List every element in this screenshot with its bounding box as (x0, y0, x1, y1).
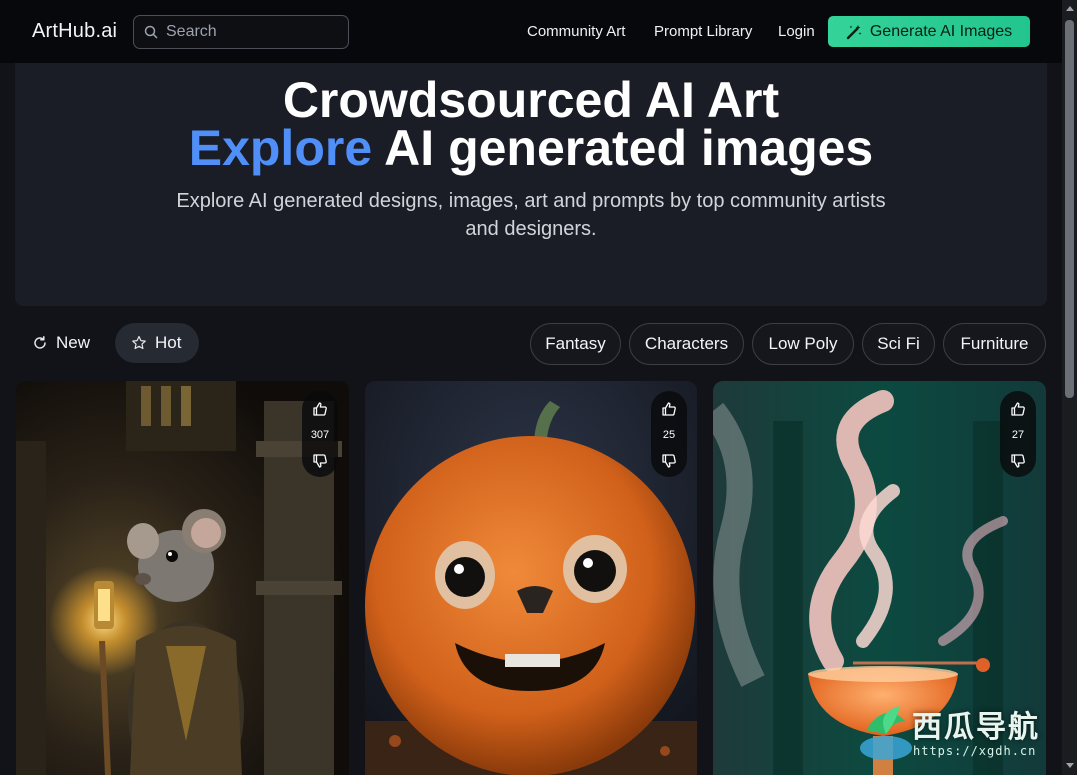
vote-count: 25 (662, 429, 676, 441)
scroll-down-arrow-icon[interactable] (1066, 763, 1074, 768)
vote-count: 307 (310, 429, 330, 441)
thumbs-up-icon[interactable] (661, 401, 677, 417)
artwork-image (16, 381, 349, 775)
vote-widget: 27 (1000, 391, 1036, 477)
thumbs-down-icon[interactable] (661, 453, 677, 469)
generate-ai-images-button[interactable]: Generate AI Images (828, 16, 1030, 47)
star-icon (132, 335, 146, 350)
artwork-image (365, 381, 697, 775)
search-input[interactable] (166, 23, 336, 41)
sort-hot-button[interactable]: Hot (115, 323, 199, 363)
hero-banner: Crowdsourced AI Art Explore AI generated… (15, 63, 1047, 306)
category-furniture[interactable]: Furniture (943, 323, 1046, 365)
watermark-url: https://xgdh.cn (913, 744, 1037, 758)
scroll-up-arrow-icon[interactable] (1066, 6, 1074, 11)
thumbs-up-icon[interactable] (1010, 401, 1026, 417)
hero-title: Crowdsourced AI Art (282, 72, 780, 128)
search-icon (144, 25, 158, 39)
hero-subtitle: Explore AI generated designs, images, ar… (176, 190, 886, 240)
nav-community-art[interactable]: Community Art (527, 23, 625, 40)
thumbs-down-icon[interactable] (312, 453, 328, 469)
hero-tagline: Explore AI generated images (15, 123, 1047, 173)
vote-widget: 307 (302, 391, 338, 477)
nav-prompt-library[interactable]: Prompt Library (654, 23, 752, 40)
category-sci-fi[interactable]: Sci Fi (862, 323, 935, 365)
top-navbar: ArtHub.ai Community Art Prompt Library L… (0, 0, 1062, 63)
category-fantasy[interactable]: Fantasy (530, 323, 621, 365)
refresh-icon (34, 336, 46, 349)
watermark-text: 西瓜导航 (912, 710, 1040, 745)
vote-count: 27 (1011, 429, 1025, 441)
brand-logo[interactable]: ArtHub.ai (32, 20, 117, 43)
thumbs-down-icon[interactable] (1010, 453, 1026, 469)
search-box[interactable] (133, 15, 349, 49)
category-characters[interactable]: Characters (629, 323, 744, 365)
nav-login[interactable]: Login (778, 23, 815, 40)
art-card[interactable]: 307 (16, 381, 349, 775)
art-card[interactable]: 25 (365, 381, 697, 775)
hero-tagline-accent: Explore (188, 120, 373, 176)
scrollbar-thumb[interactable] (1065, 20, 1074, 398)
vote-widget: 25 (651, 391, 687, 477)
magic-wand-icon (846, 24, 862, 39)
category-low-poly[interactable]: Low Poly (752, 323, 854, 365)
sort-new-label: New (56, 333, 91, 352)
hero-tagline-rest: AI generated images (372, 120, 874, 176)
generate-button-label: Generate AI Images (869, 22, 1013, 40)
sort-hot-label: Hot (155, 333, 182, 352)
thumbs-up-icon[interactable] (312, 401, 328, 417)
sort-new-button[interactable]: New (16, 323, 106, 363)
